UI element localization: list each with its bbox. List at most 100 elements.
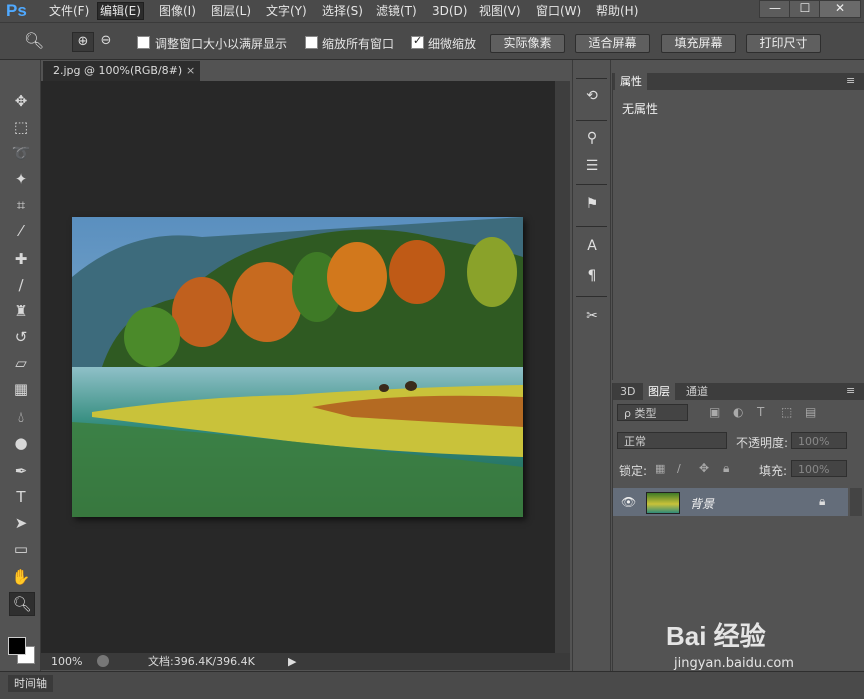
close-button[interactable]: ✕ xyxy=(819,0,861,18)
menu-file[interactable]: 文件(F) xyxy=(47,3,91,19)
canvas-area[interactable] xyxy=(41,81,555,653)
tab-3d[interactable]: 3D xyxy=(615,383,640,400)
menu-window[interactable]: 窗口(W) xyxy=(534,3,583,19)
move-tool-icon[interactable]: ✥ xyxy=(9,90,33,112)
zoom-all-label: 缩放所有窗口 xyxy=(322,37,395,51)
document-size: 文档:396.4K/396.4K xyxy=(148,655,255,668)
resize-windows-checkbox[interactable] xyxy=(137,36,150,49)
panel-icon-strip: ⟲ ⚲ ☰ ⚑ A ¶ ✂ xyxy=(572,60,611,671)
minimize-button[interactable]: — xyxy=(759,0,791,18)
brush-presets-icon[interactable]: ☰ xyxy=(583,156,601,176)
lock-transparent-icon[interactable]: ▦ xyxy=(655,462,665,475)
menu-select[interactable]: 选择(S) xyxy=(320,3,365,19)
filter-type-icon[interactable]: T xyxy=(757,405,764,419)
healing-brush-tool-icon[interactable]: ✚ xyxy=(9,248,33,270)
menu-filter[interactable]: 滤镜(T) xyxy=(374,3,419,19)
paragraph-panel-icon[interactable]: ¶ xyxy=(583,266,601,286)
fit-screen-button[interactable]: 适合屏幕 xyxy=(575,34,650,53)
eyedropper-tool-icon[interactable]: ⁄ xyxy=(9,220,33,242)
watermark-url: jingyan.baidu.com xyxy=(674,656,794,671)
vertical-scrollbar[interactable] xyxy=(555,81,570,653)
menu-3d[interactable]: 3D(D) xyxy=(430,3,469,19)
brush-panel-icon[interactable]: ⚲ xyxy=(583,128,601,148)
opacity-field[interactable]: 100% xyxy=(791,432,847,449)
history-brush-tool-icon[interactable]: ↺ xyxy=(9,326,33,348)
tab-layers[interactable]: 图层 xyxy=(643,383,675,400)
print-size-button[interactable]: 打印尺寸 xyxy=(746,34,821,53)
scrubby-zoom-checkbox[interactable] xyxy=(411,34,424,49)
panel-menu-icon[interactable]: ≡ xyxy=(846,74,855,87)
rectangle-tool-icon[interactable]: ▭ xyxy=(9,538,33,560)
layer-thumbnail xyxy=(646,492,680,514)
clone-source-icon[interactable]: ⚑ xyxy=(583,194,601,214)
type-tool-icon[interactable]: T xyxy=(9,486,33,508)
fill-screen-button[interactable]: 填充屏幕 xyxy=(661,34,736,53)
lock-position-icon[interactable]: ✥ xyxy=(699,461,709,475)
document-tab-title: 2.jpg @ 100%(RGB/8#) xyxy=(53,64,183,77)
tool-presets-icon[interactable]: ✂ xyxy=(583,306,601,326)
filter-adjust-icon[interactable]: ◐ xyxy=(733,405,743,419)
eraser-tool-icon[interactable]: ▱ xyxy=(9,352,33,374)
filter-smart-icon[interactable]: ▤ xyxy=(805,405,816,419)
lock-pixels-icon[interactable]: ∕ xyxy=(677,462,681,475)
landscape-photo xyxy=(72,217,523,517)
menu-layer[interactable]: 图层(L) xyxy=(209,3,253,19)
watermark-brand: Bai 经验 xyxy=(666,621,766,651)
crop-tool-icon[interactable]: ⌗ xyxy=(9,194,33,216)
document-tab[interactable]: 2.jpg @ 100%(RGB/8#) × xyxy=(43,61,200,81)
scrubby-zoom-label: 细微缩放 xyxy=(428,37,477,51)
zoom-tool-preset-icon[interactable]: 🔍︎ xyxy=(24,31,44,50)
zoom-tool-icon[interactable]: 🔍︎ xyxy=(9,592,35,616)
layers-menu-icon[interactable]: ≡ xyxy=(846,384,855,397)
resize-windows-label: 调整窗口大小以满屏显示 xyxy=(155,37,288,51)
blur-tool-icon[interactable]: 💧︎ xyxy=(9,406,33,428)
lasso-tool-icon[interactable]: ➰ xyxy=(9,142,33,164)
marquee-tool-icon[interactable]: ⬚ xyxy=(9,116,33,138)
layer-row-background[interactable]: 👁︎ 背景 🔒︎ xyxy=(613,488,848,516)
pen-tool-icon[interactable]: ✒ xyxy=(9,460,33,482)
maximize-button[interactable]: ☐ xyxy=(789,0,821,18)
status-menu-arrow-icon[interactable]: ▶ xyxy=(288,653,296,670)
timeline-tab[interactable]: 时间轴 xyxy=(8,675,53,692)
path-selection-tool-icon[interactable]: ➤ xyxy=(9,512,33,534)
properties-tab[interactable]: 属性 xyxy=(615,73,647,90)
hand-tool-icon[interactable]: ✋ xyxy=(9,566,33,588)
dodge-tool-icon[interactable]: ● xyxy=(9,432,33,454)
clone-stamp-tool-icon[interactable]: ♜ xyxy=(9,300,33,322)
layer-kind-filter[interactable]: ρ 类型 xyxy=(617,404,688,421)
magic-wand-tool-icon[interactable]: ✦ xyxy=(9,168,33,190)
status-info-icon[interactable] xyxy=(97,655,109,667)
options-bar: 🔍︎ ⊕ ⊖ 调整窗口大小以满屏显示 缩放所有窗口 细微缩放 实际像素 适合屏幕… xyxy=(0,23,864,60)
menu-help[interactable]: 帮助(H) xyxy=(594,3,640,19)
layer-name[interactable]: 背景 xyxy=(690,495,714,512)
lock-all-icon[interactable]: 🔒︎ xyxy=(723,461,729,476)
zoom-in-icon[interactable]: ⊕ xyxy=(72,32,94,52)
blend-mode-select[interactable]: 正常 xyxy=(617,432,727,449)
layers-scrollbar[interactable] xyxy=(850,488,862,516)
zoom-level[interactable]: 100% xyxy=(51,653,82,670)
menu-view[interactable]: 视图(V) xyxy=(477,3,523,19)
zoom-out-icon[interactable]: ⊖ xyxy=(97,32,115,50)
fill-label: 填充: xyxy=(759,464,788,478)
fill-field[interactable]: 100% xyxy=(791,460,847,477)
brush-tool-icon[interactable]: ∕ xyxy=(9,274,33,296)
foreground-color-swatch-top[interactable] xyxy=(8,637,26,655)
actual-pixels-button[interactable]: 实际像素 xyxy=(490,34,565,53)
menu-image[interactable]: 图像(I) xyxy=(157,3,198,19)
status-bar: 100% 文档:396.4K/396.4K ▶ xyxy=(41,653,570,670)
character-panel-icon[interactable]: A xyxy=(583,236,601,256)
filter-shape-icon[interactable]: ⬚ xyxy=(781,405,792,419)
gradient-tool-icon[interactable]: ▦ xyxy=(9,378,33,400)
history-panel-icon[interactable]: ⟲ xyxy=(583,86,601,106)
zoom-all-checkbox[interactable] xyxy=(305,36,318,49)
filter-image-icon[interactable]: ▣ xyxy=(709,405,720,419)
no-properties-text: 无属性 xyxy=(622,102,659,116)
layer-visibility-eye-icon[interactable]: 👁︎ xyxy=(621,495,636,509)
baidu-jingyan-watermark: Bai 经验 jingyan.baidu.com xyxy=(660,608,860,678)
lock-label: 锁定: xyxy=(619,464,648,478)
menu-type[interactable]: 文字(Y) xyxy=(264,3,309,19)
menu-edit[interactable]: 编辑(E) xyxy=(97,2,144,20)
menu-bar: Ps 文件(F) 编辑(E) 图像(I) 图层(L) 文字(Y) 选择(S) 滤… xyxy=(0,0,864,23)
tab-channels[interactable]: 通道 xyxy=(681,383,713,400)
document-tab-close-icon[interactable]: × xyxy=(186,61,195,81)
